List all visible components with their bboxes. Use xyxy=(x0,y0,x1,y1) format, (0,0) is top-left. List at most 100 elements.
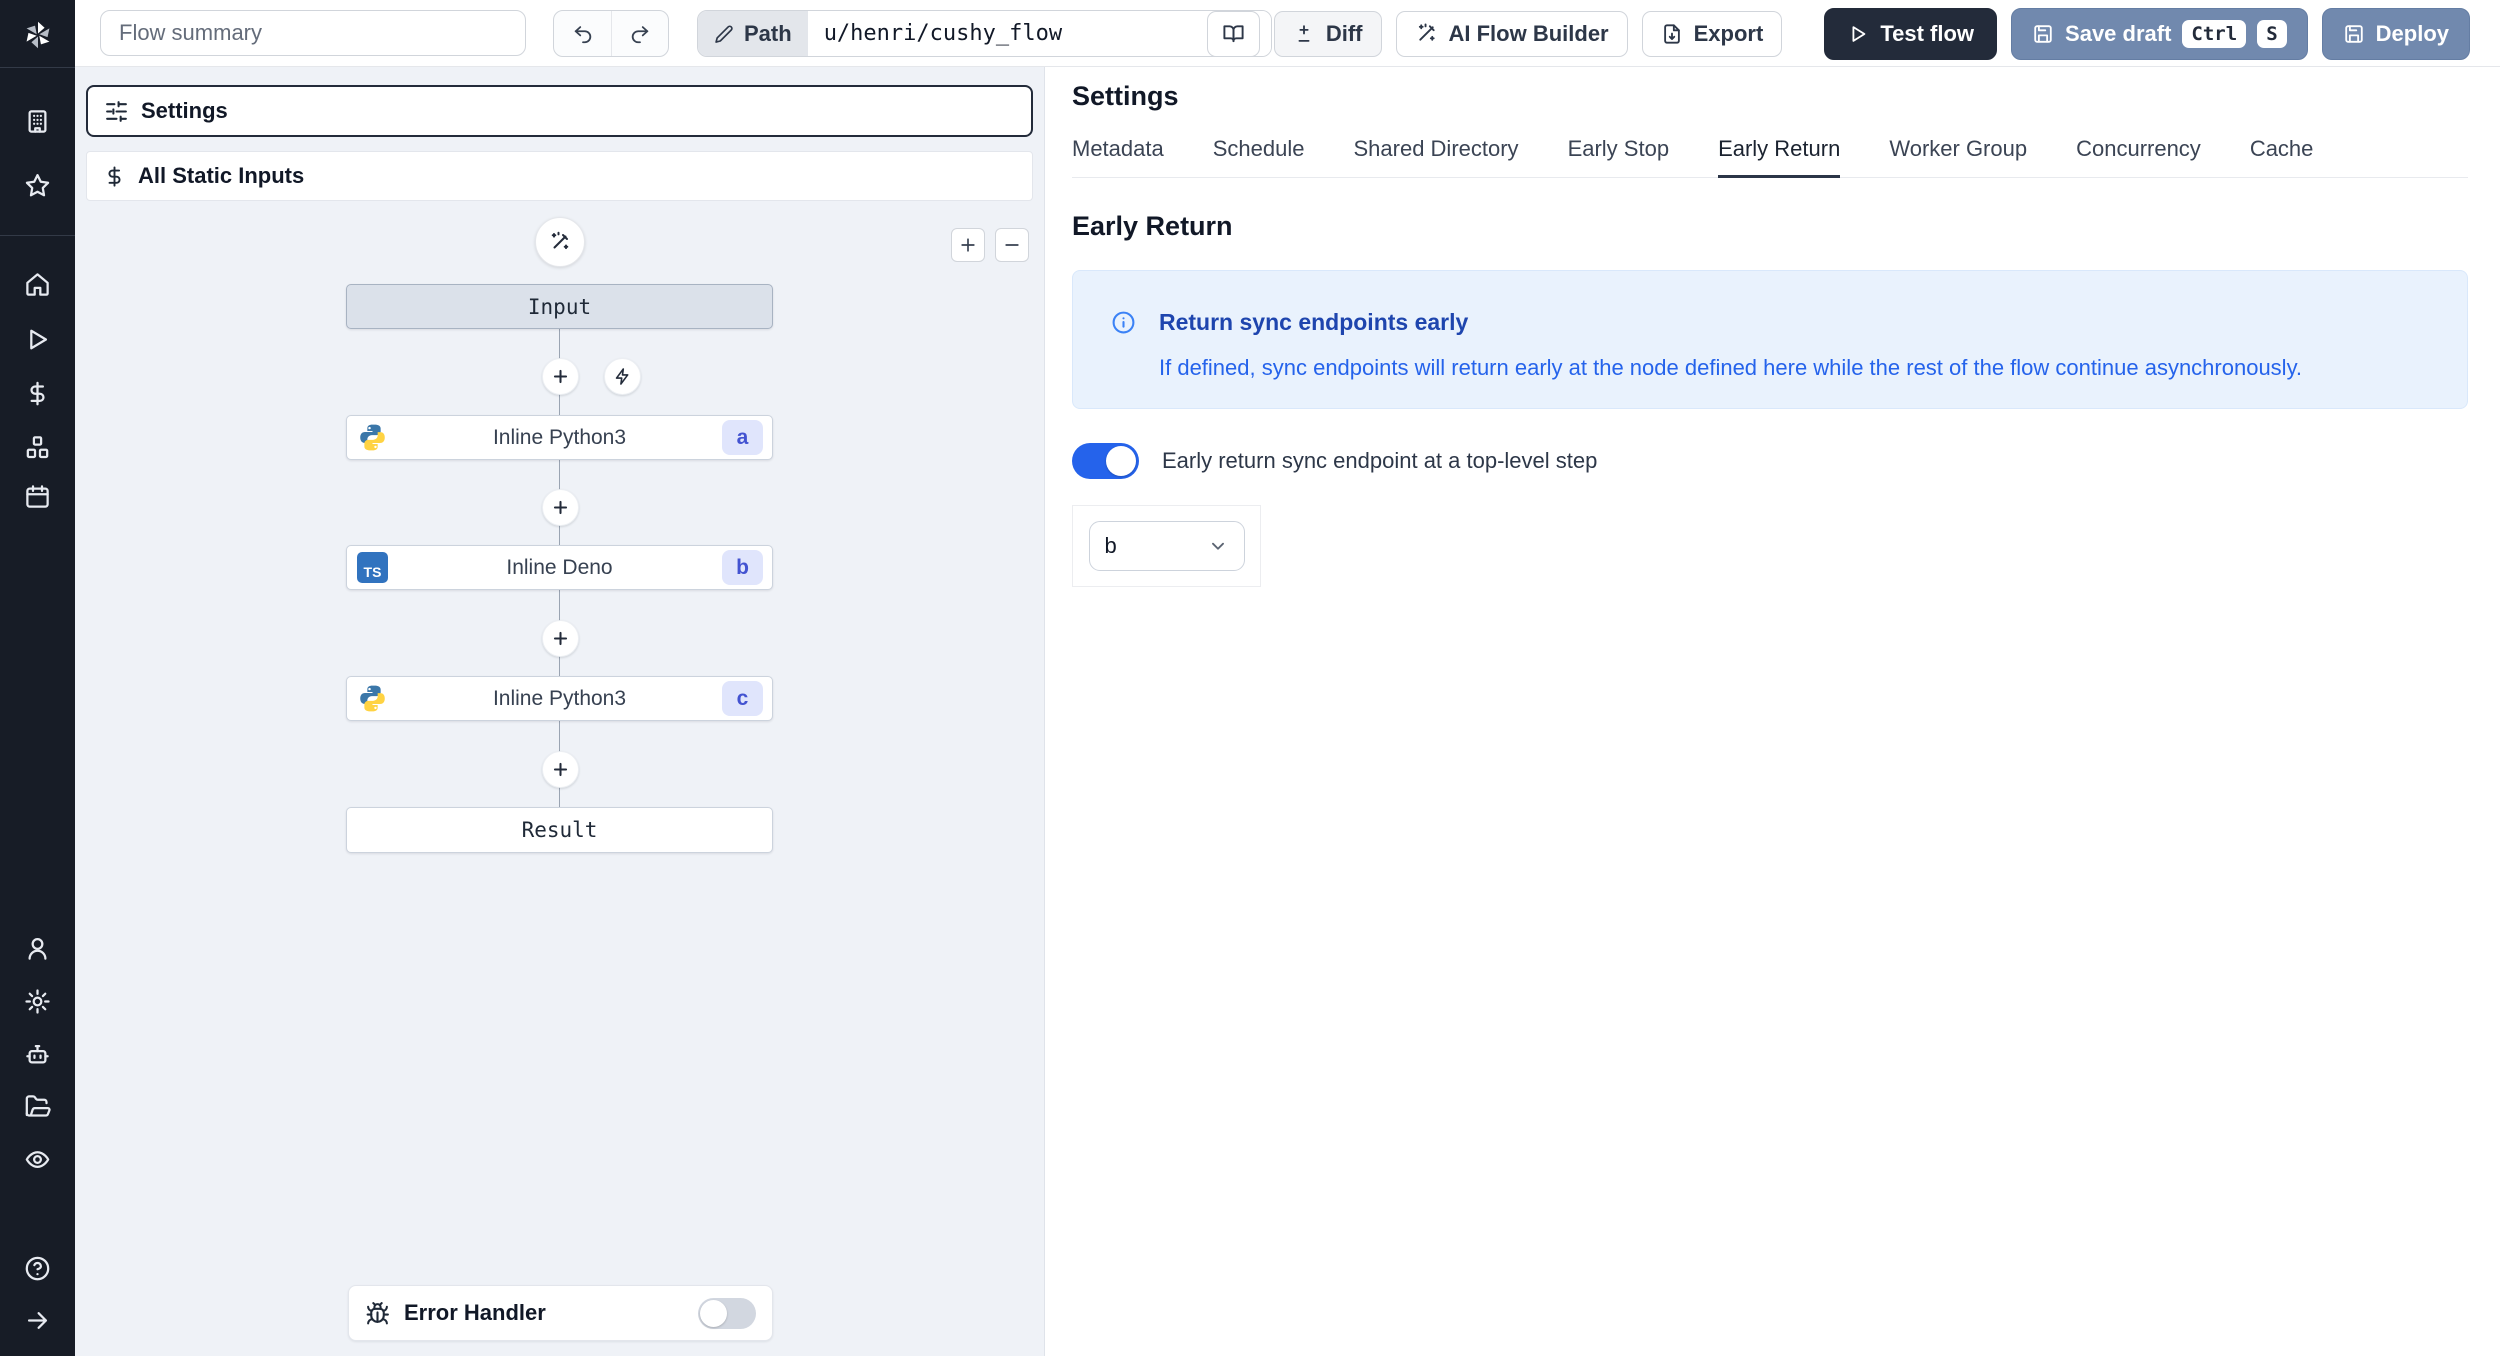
flow-settings-button[interactable]: Settings xyxy=(86,85,1033,137)
node-label: Inline Python3 xyxy=(492,425,627,449)
sliders-icon xyxy=(106,100,127,122)
add-step-button[interactable] xyxy=(542,751,579,788)
zoom-out-button[interactable] xyxy=(995,228,1029,262)
settings-panel-title: Settings xyxy=(1072,81,1179,111)
eye-icon[interactable] xyxy=(24,1146,51,1173)
tab-cache[interactable]: Cache xyxy=(2250,136,2314,177)
chevron-down-icon xyxy=(1211,542,1224,550)
plus-icon xyxy=(553,369,568,384)
path-field-group: Path xyxy=(697,10,1272,57)
node-label: Input xyxy=(527,294,592,319)
tab-schedule[interactable]: Schedule xyxy=(1213,136,1305,177)
node-id-badge: c xyxy=(722,681,763,716)
step-select-container: b xyxy=(1072,505,1261,587)
minus-icon xyxy=(1005,244,1019,246)
tab-early-stop[interactable]: Early Stop xyxy=(1568,136,1670,177)
export-button[interactable]: Export xyxy=(1641,10,1783,57)
diff-icon xyxy=(1298,24,1310,42)
early-return-toggle[interactable] xyxy=(1072,443,1139,479)
path-input[interactable] xyxy=(807,11,1271,56)
all-static-inputs-button[interactable]: All Static Inputs xyxy=(86,151,1033,201)
step-select-value: b xyxy=(1104,533,1117,558)
early-return-title: Early Return xyxy=(1072,211,1233,241)
favorites-star-icon[interactable] xyxy=(24,172,51,199)
deploy-label: Deploy xyxy=(2375,20,2449,46)
settings-panel: Settings Metadata Schedule Shared Direct… xyxy=(1045,67,2500,1356)
folder-icon[interactable] xyxy=(24,1093,51,1120)
save-icon xyxy=(2034,24,2052,43)
flow-node-input[interactable]: Input xyxy=(346,284,773,329)
info-box-title: Return sync endpoints early xyxy=(1159,309,1469,335)
ai-flow-builder-button[interactable]: AI Flow Builder xyxy=(1395,10,1628,57)
test-flow-label: Test flow xyxy=(1880,20,1975,46)
error-handler-row[interactable]: Error Handler xyxy=(348,1285,773,1341)
info-icon xyxy=(1112,311,1135,334)
tab-metadata[interactable]: Metadata xyxy=(1072,136,1164,177)
home-icon[interactable] xyxy=(24,271,51,298)
settings-gear-icon[interactable] xyxy=(24,988,51,1015)
book-open-icon xyxy=(1223,25,1244,43)
sidebar-divider xyxy=(0,67,75,68)
save-draft-button[interactable]: Save draft Ctrl S xyxy=(2011,7,2308,60)
docs-book-button[interactable] xyxy=(1206,10,1260,57)
variables-dollar-icon[interactable] xyxy=(24,380,51,407)
wand-sparkles-icon xyxy=(551,231,569,250)
file-export-icon xyxy=(1663,23,1680,44)
add-step-button[interactable] xyxy=(542,489,579,526)
path-edit-button[interactable]: Path xyxy=(698,11,808,56)
tab-concurrency[interactable]: Concurrency xyxy=(2076,136,2201,177)
flow-summary-input[interactable] xyxy=(100,10,526,56)
info-box-body: If defined, sync endpoints will return e… xyxy=(1159,355,2303,380)
flow-node-result[interactable]: Result xyxy=(346,807,773,853)
early-return-info-box: Return sync endpoints early If defined, … xyxy=(1072,270,2468,409)
play-icon xyxy=(1852,25,1866,42)
ai-graph-wand-button[interactable] xyxy=(535,217,585,267)
plus-icon xyxy=(553,500,568,515)
tab-worker-group[interactable]: Worker Group xyxy=(1889,136,2027,177)
diff-label: Diff xyxy=(1325,20,1363,46)
top-toolbar: Path Diff AI Flow Builder Export Test fl… xyxy=(75,0,2500,67)
node-id-badge: a xyxy=(722,420,763,455)
resources-boxes-icon[interactable] xyxy=(24,434,51,461)
zap-icon xyxy=(615,368,629,385)
node-id-badge: b xyxy=(722,550,763,585)
pencil-icon xyxy=(715,25,733,43)
runs-play-icon[interactable] xyxy=(24,326,51,353)
workers-robot-icon[interactable] xyxy=(24,1041,51,1068)
windmill-logo-icon[interactable] xyxy=(20,17,56,53)
flow-node-a[interactable]: Inline Python3 a xyxy=(346,415,773,460)
deploy-button[interactable]: Deploy xyxy=(2321,7,2470,60)
ai-flow-builder-label: AI Flow Builder xyxy=(1448,20,1609,46)
test-flow-button[interactable]: Test flow xyxy=(1824,7,1998,60)
zoom-in-button[interactable] xyxy=(951,228,985,262)
export-label: Export xyxy=(1693,20,1764,46)
undo-redo-group xyxy=(553,10,669,57)
expand-arrow-icon[interactable] xyxy=(24,1307,51,1334)
shortcut-s-key: S xyxy=(2257,19,2287,48)
redo-button[interactable] xyxy=(611,11,668,56)
plus-icon xyxy=(961,238,975,252)
sidebar-divider xyxy=(0,235,75,236)
schedules-calendar-icon[interactable] xyxy=(24,483,51,510)
user-icon[interactable] xyxy=(24,935,51,962)
diff-button[interactable]: Diff xyxy=(1273,10,1382,57)
path-label: Path xyxy=(744,20,792,46)
node-label: Result xyxy=(521,818,598,842)
flow-node-b[interactable]: TS Inline Deno b xyxy=(346,545,773,590)
add-step-button[interactable] xyxy=(542,620,579,657)
undo-button[interactable] xyxy=(554,11,611,56)
add-step-button[interactable] xyxy=(542,358,579,395)
flow-node-c[interactable]: Inline Python3 c xyxy=(346,676,773,721)
step-select[interactable]: b xyxy=(1088,521,1245,571)
error-handler-toggle[interactable] xyxy=(698,1297,756,1329)
help-icon[interactable] xyxy=(24,1255,51,1282)
add-trigger-button[interactable] xyxy=(604,358,641,395)
dollar-icon xyxy=(108,165,121,187)
workspace-icon[interactable] xyxy=(24,108,51,135)
error-handler-label: Error Handler xyxy=(404,1300,546,1325)
all-static-inputs-label: All Static Inputs xyxy=(138,163,305,188)
plus-icon xyxy=(553,631,568,646)
wand-sparkles-icon xyxy=(1418,23,1435,41)
tab-early-return[interactable]: Early Return xyxy=(1718,136,1841,178)
tab-shared-directory[interactable]: Shared Directory xyxy=(1353,136,1518,177)
